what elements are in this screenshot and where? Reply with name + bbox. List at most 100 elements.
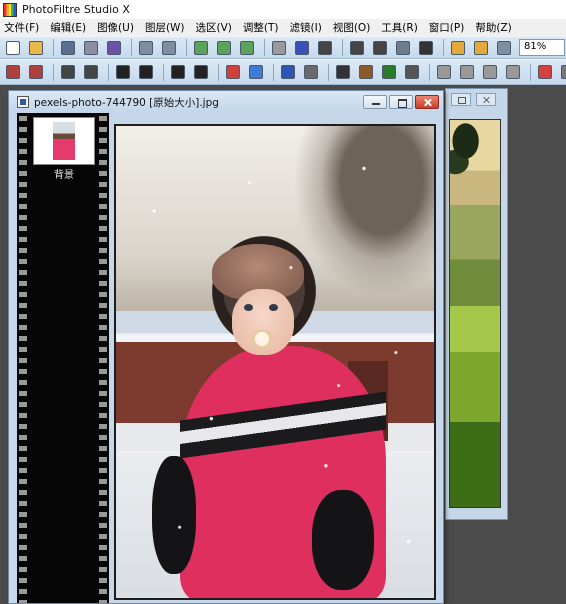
save-button[interactable] xyxy=(58,38,78,57)
drop-button[interactable] xyxy=(434,63,454,82)
gamma-plus-button[interactable] xyxy=(191,63,211,82)
soften-button[interactable] xyxy=(503,63,523,82)
histogram-icon xyxy=(281,65,295,79)
menu-item[interactable]: 调整(T) xyxy=(243,20,279,35)
mosaic-button[interactable] xyxy=(356,63,376,82)
stamp-icon xyxy=(474,40,488,55)
grid-button[interactable] xyxy=(333,63,353,82)
saturation-plus-button[interactable] xyxy=(246,63,266,82)
toolbar-separator xyxy=(328,63,329,81)
menu-item[interactable]: 滤镜(I) xyxy=(290,20,322,35)
contrast-plus-button[interactable] xyxy=(136,63,156,82)
brightness-minus-button[interactable] xyxy=(58,63,78,82)
toolbar-separator xyxy=(218,63,219,81)
toolbar-separator xyxy=(342,39,343,56)
maximize-icon[interactable] xyxy=(451,93,471,106)
menu-item[interactable]: 工具(R) xyxy=(381,20,418,35)
minimize-icon[interactable] xyxy=(363,95,387,109)
menu-item[interactable]: 窗口(P) xyxy=(429,20,465,35)
color-balance-icon xyxy=(304,65,318,79)
gamma-minus-button[interactable] xyxy=(168,63,188,82)
grayscale-icon xyxy=(272,40,286,55)
photofiltre-logo-icon xyxy=(3,2,17,17)
menu-item[interactable]: 文件(F) xyxy=(4,20,39,35)
redo-icon xyxy=(162,40,176,55)
paste-button[interactable] xyxy=(214,38,234,57)
drop-outline-button[interactable] xyxy=(457,63,477,82)
auto-levels-button[interactable] xyxy=(3,63,23,82)
toolbar-separator xyxy=(443,39,444,56)
text-button[interactable] xyxy=(416,38,436,57)
screen-button[interactable] xyxy=(494,38,514,57)
open-folder-button[interactable] xyxy=(26,38,46,57)
stamp-button[interactable] xyxy=(471,38,491,57)
blur-button[interactable] xyxy=(402,63,422,82)
plugin-button[interactable] xyxy=(448,38,468,57)
screen-icon xyxy=(497,40,511,55)
menu-item[interactable]: 图层(W) xyxy=(145,20,185,35)
app-title-bar: PhotoFiltre Studio X xyxy=(0,0,566,19)
copy-button[interactable] xyxy=(191,38,211,57)
saturation-minus-button[interactable] xyxy=(223,63,243,82)
toolbar-separator xyxy=(273,63,274,81)
layer-name: 背景 xyxy=(54,170,74,181)
help-button[interactable] xyxy=(315,38,335,57)
open-folder-icon xyxy=(29,40,43,55)
pixelate-button[interactable] xyxy=(379,63,399,82)
print-button[interactable] xyxy=(81,38,101,57)
document-window[interactable]: pexels-photo-744790 [原始大小].jpg 背景 xyxy=(8,90,444,604)
redo-button[interactable] xyxy=(159,38,179,57)
auto-contrast-button[interactable] xyxy=(26,63,46,82)
toolbar-separator xyxy=(163,63,164,81)
paste-new-button[interactable] xyxy=(237,38,257,57)
scan-button[interactable] xyxy=(104,38,124,57)
color-balance-button[interactable] xyxy=(301,63,321,82)
image-canvas[interactable] xyxy=(114,124,436,600)
main-toolbar: 81% xyxy=(0,36,566,59)
undo-button[interactable] xyxy=(136,38,156,57)
histogram-button[interactable] xyxy=(278,63,298,82)
close-icon[interactable] xyxy=(476,93,496,106)
maximize-icon[interactable] xyxy=(389,95,413,109)
layer-thumbnail[interactable] xyxy=(33,117,95,165)
document-title-bar[interactable]: pexels-photo-744790 [原始大小].jpg xyxy=(9,91,443,113)
auto-contrast-icon xyxy=(29,65,43,79)
crop-button[interactable] xyxy=(393,38,413,57)
colors-button[interactable] xyxy=(292,38,312,57)
menu-item[interactable]: 编辑(E) xyxy=(50,20,86,35)
grayscale-button[interactable] xyxy=(269,38,289,57)
print-icon xyxy=(84,40,98,55)
drop-icon xyxy=(437,65,451,79)
new-file-icon xyxy=(6,40,20,55)
canvas-size-button[interactable] xyxy=(370,38,390,57)
palette-button[interactable] xyxy=(558,63,566,82)
toolbar-separator xyxy=(429,63,430,81)
zoom-level-field[interactable]: 81% xyxy=(519,39,565,56)
text-icon xyxy=(419,40,433,55)
palette-icon xyxy=(561,65,566,79)
toolbar-separator xyxy=(186,39,187,56)
menu-item[interactable]: 视图(O) xyxy=(333,20,370,35)
menu-item[interactable]: 帮助(Z) xyxy=(475,20,511,35)
blur-icon xyxy=(405,65,419,79)
gradient-icon xyxy=(538,65,552,79)
close-icon[interactable] xyxy=(415,95,439,109)
menu-item[interactable]: 图像(U) xyxy=(97,20,134,35)
menu-item[interactable]: 选区(V) xyxy=(196,20,232,35)
document-icon xyxy=(17,96,29,108)
image-size-button[interactable] xyxy=(347,38,367,57)
sharpen-button[interactable] xyxy=(480,63,500,82)
app-title: PhotoFiltre Studio X xyxy=(22,3,130,16)
crop-icon xyxy=(396,40,410,55)
brightness-plus-button[interactable] xyxy=(81,63,101,82)
toolbar-separator xyxy=(53,63,54,81)
gradient-button[interactable] xyxy=(535,63,555,82)
new-file-button[interactable] xyxy=(3,38,23,57)
background-document-window[interactable] xyxy=(445,88,508,520)
layer-thumbnail-image xyxy=(53,122,75,160)
saturation-plus-icon xyxy=(249,65,263,79)
contrast-minus-button[interactable] xyxy=(113,63,133,82)
canvas-size-icon xyxy=(373,40,387,55)
toolbar-separator xyxy=(53,39,54,56)
auto-levels-icon xyxy=(6,65,20,79)
